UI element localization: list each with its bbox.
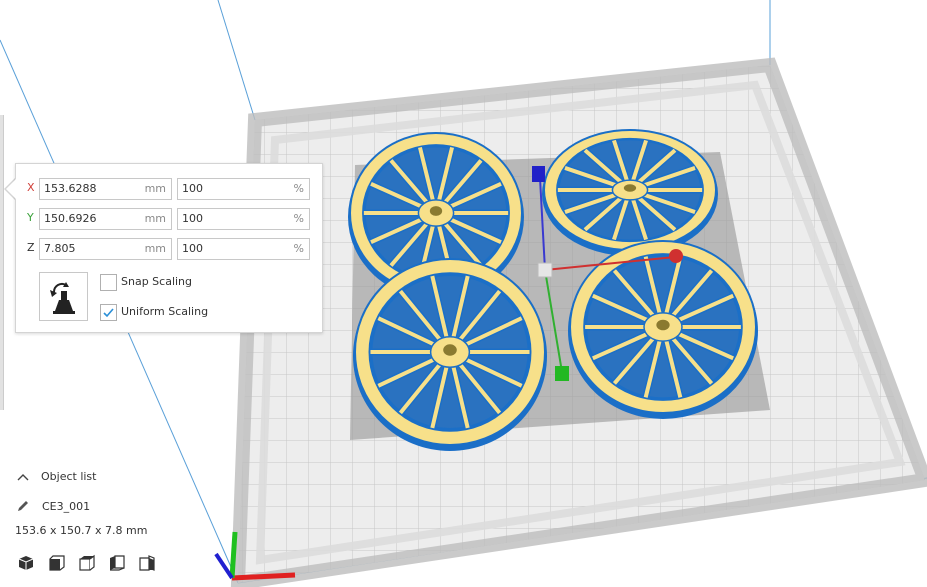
chevron-up-icon (17, 474, 29, 481)
view-right-button[interactable] (138, 554, 156, 572)
z-size-value: 7.805 (44, 242, 76, 255)
3d-view-icon (18, 556, 34, 570)
view-top-button[interactable] (78, 554, 96, 572)
y-size-unit: mm (144, 212, 166, 225)
z-scale-value: 100 (182, 242, 203, 255)
y-scale-value: 100 (182, 212, 203, 225)
x-size-input[interactable]: 153.6288 mm (39, 178, 172, 200)
wheel-model[interactable] (353, 258, 547, 451)
sidebar-edge (0, 115, 4, 410)
y-axis-label: Y (27, 211, 34, 224)
lock-scale-icon (50, 282, 75, 314)
scale-tool-panel: X 153.6288 mm 100 % Y 150.6926 mm 100 % … (15, 163, 323, 333)
z-axis-handle (532, 166, 545, 182)
view-front-button[interactable] (48, 554, 66, 572)
pencil-icon (18, 501, 28, 511)
z-size-input[interactable]: 7.805 mm (39, 238, 172, 260)
y-axis-handle (555, 366, 569, 381)
wheel-model[interactable] (542, 129, 718, 256)
wheel-model[interactable] (568, 240, 758, 419)
x-axis-handle (669, 249, 683, 263)
uniform-scaling-label[interactable]: Uniform Scaling (121, 305, 208, 318)
right-view-icon (139, 555, 155, 571)
z-scale-unit: % (293, 242, 304, 255)
object-name: CE3_001 (42, 500, 91, 513)
snap-scaling-label[interactable]: Snap Scaling (121, 275, 192, 288)
z-size-unit: mm (144, 242, 166, 255)
x-size-unit: mm (144, 182, 166, 195)
x-scale-value: 100 (182, 182, 203, 195)
y-size-value: 150.6926 (44, 212, 97, 225)
y-scale-unit: % (293, 212, 304, 225)
x-axis-label: X (27, 181, 35, 194)
left-view-icon (110, 555, 125, 571)
uniform-scaling-checkbox[interactable] (100, 304, 117, 321)
z-scale-input[interactable]: 100 % (177, 238, 310, 260)
front-view-icon (49, 555, 65, 571)
y-size-input[interactable]: 150.6926 mm (39, 208, 172, 230)
x-scale-unit: % (293, 182, 304, 195)
snap-scaling-checkbox[interactable] (100, 274, 117, 291)
checkmark-icon (103, 308, 114, 318)
top-view-icon (79, 554, 95, 571)
gizmo-center (537, 262, 553, 278)
y-scale-input[interactable]: 100 % (177, 208, 310, 230)
z-axis-label: Z (27, 241, 35, 254)
view-left-button[interactable] (108, 554, 126, 572)
x-scale-input[interactable]: 100 % (177, 178, 310, 200)
x-size-value: 153.6288 (44, 182, 97, 195)
panel-pointer-inner (6, 179, 16, 199)
lock-scale-button[interactable] (39, 272, 88, 321)
object-dimensions: 153.6 x 150.7 x 7.8 mm (15, 524, 148, 537)
object-list-label: Object list (41, 470, 97, 483)
view-3d-button[interactable] (17, 554, 35, 572)
